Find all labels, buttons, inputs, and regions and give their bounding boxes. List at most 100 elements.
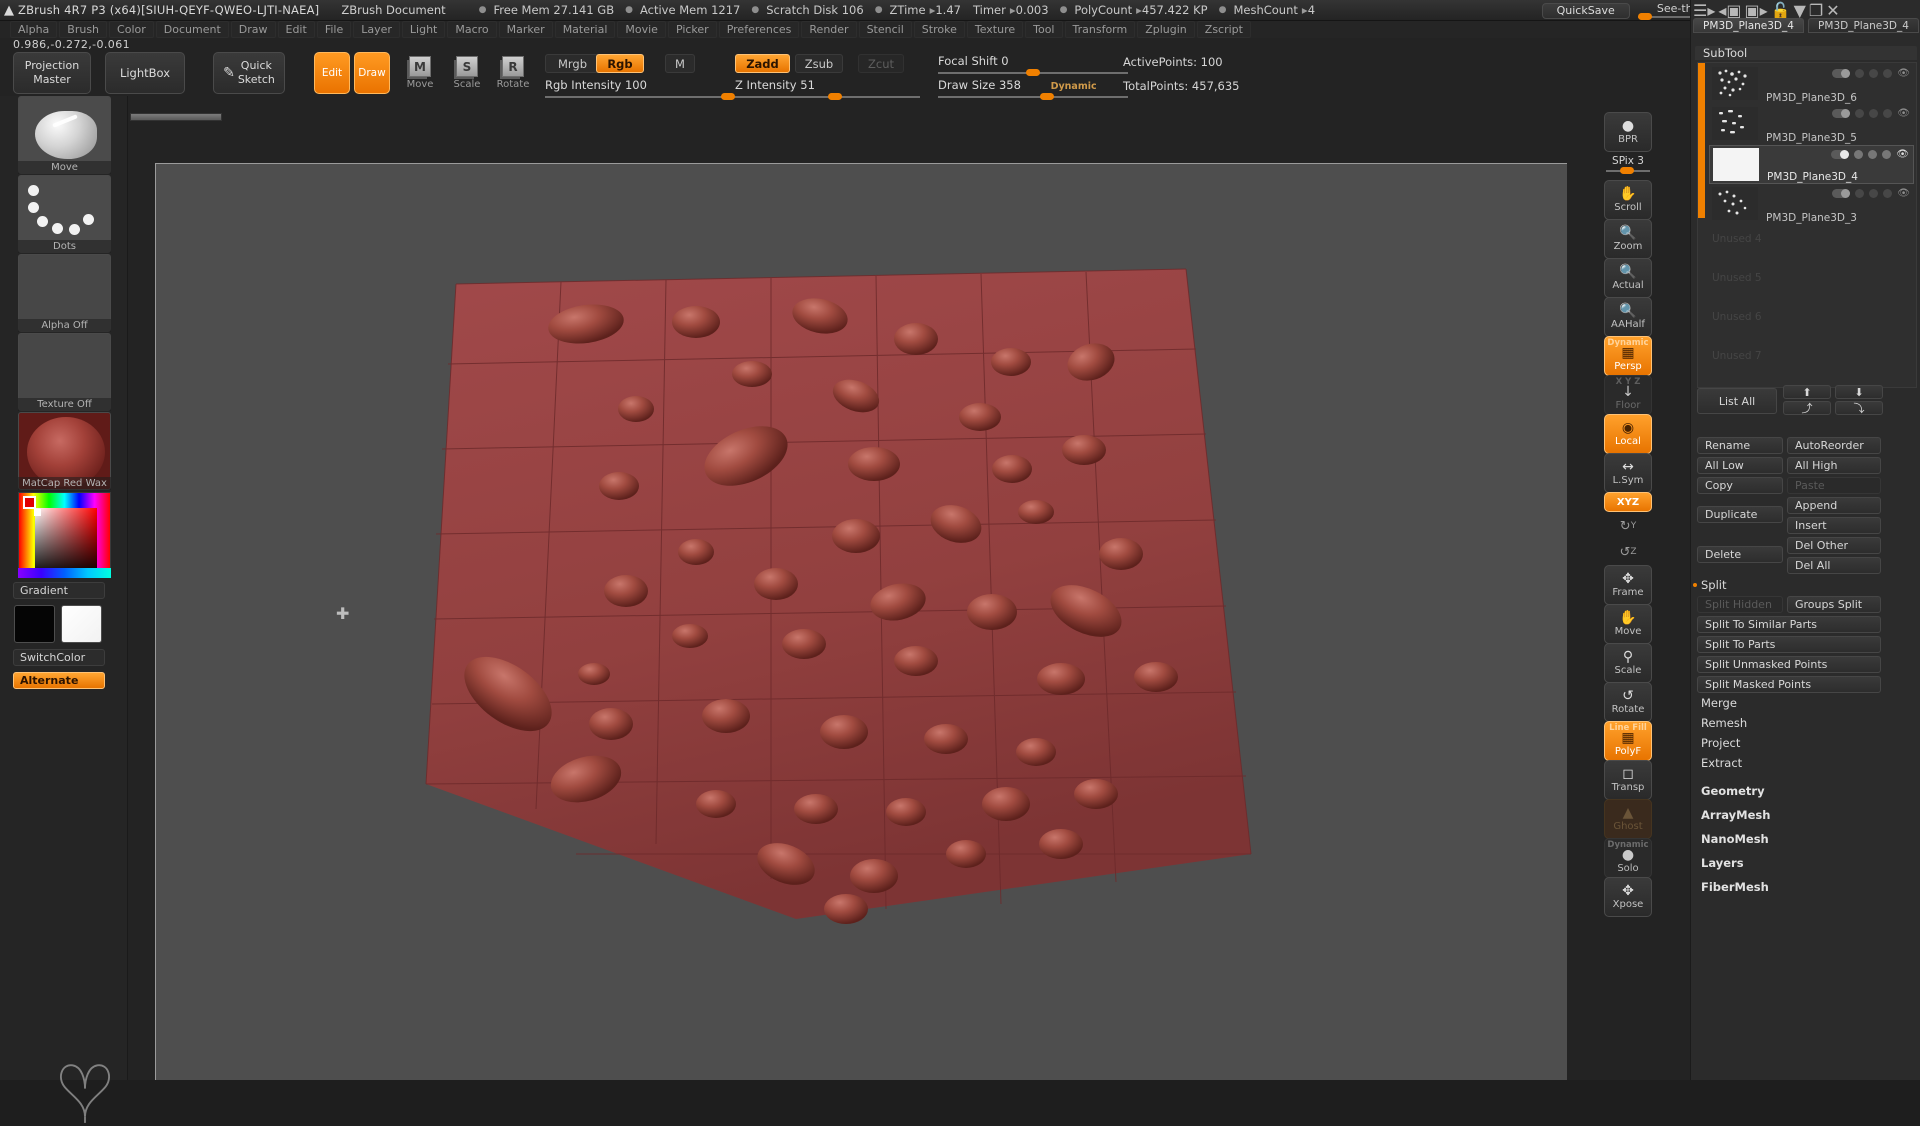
eye-icon[interactable]: 👁: [1897, 108, 1910, 119]
split-masked-points-button[interactable]: Split Masked Points: [1697, 676, 1881, 693]
bpr-render-button[interactable]: ● BPR: [1604, 112, 1652, 152]
paste-button[interactable]: Paste: [1787, 477, 1881, 494]
spix-track[interactable]: [1606, 167, 1650, 174]
menu-item-preferences[interactable]: Preferences: [718, 21, 800, 38]
aahalf-button[interactable]: 🔍 AAHalf: [1604, 297, 1652, 337]
zadd-button[interactable]: Zadd: [735, 54, 790, 73]
xyz-button[interactable]: XYZ: [1604, 492, 1652, 512]
delete-button[interactable]: Delete: [1697, 546, 1783, 563]
rgb-intensity-track[interactable]: [545, 93, 735, 100]
menu-item-zscript[interactable]: Zscript: [1196, 21, 1251, 38]
split-hidden-button[interactable]: Split Hidden: [1697, 596, 1783, 613]
polyframe-button[interactable]: Line Fill ▦ PolyF: [1604, 721, 1652, 761]
rgb-button[interactable]: Rgb: [596, 54, 644, 73]
subtool-toggles[interactable]: 👁: [1831, 149, 1909, 160]
extract-section[interactable]: Extract: [1701, 756, 1742, 770]
z-intensity-slider[interactable]: Z Intensity 51: [735, 78, 920, 100]
menu-item-marker[interactable]: Marker: [498, 21, 553, 38]
split-unmasked-points-button[interactable]: Split Unmasked Points: [1697, 656, 1881, 673]
menu-item-draw[interactable]: Draw: [230, 21, 276, 38]
gradient-button[interactable]: Gradient: [13, 582, 105, 599]
insert-button[interactable]: Insert: [1787, 517, 1881, 534]
mrgb-button[interactable]: Mrgb: [545, 54, 600, 73]
subtool-section-header[interactable]: SubTool: [1695, 46, 1917, 60]
frame-button[interactable]: ✥ Frame: [1604, 565, 1652, 605]
split-to-parts-button[interactable]: Split To Parts: [1697, 636, 1881, 653]
edit-mode-button[interactable]: Edit: [314, 52, 350, 94]
move-gizmo-button[interactable]: ✋ Move: [1604, 604, 1652, 644]
subtool-row-3[interactable]: 👁 PM3D_Plane3D_3: [1709, 185, 1914, 224]
tab-tool-left[interactable]: PM3D_Plane3D_4: [1693, 18, 1804, 33]
color-picker-saturation-area[interactable]: [35, 508, 97, 576]
eye-icon[interactable]: 👁: [1896, 149, 1909, 160]
stroke-selector[interactable]: Dots: [18, 175, 111, 253]
subtool-row-1[interactable]: 👁 PM3D_Plane3D_5: [1709, 105, 1914, 144]
canvas-scroll-indicator[interactable]: [130, 113, 222, 121]
menu-item-light[interactable]: Light: [401, 21, 446, 38]
subtool-row-0[interactable]: 👁 PM3D_Plane3D_6: [1709, 65, 1914, 104]
subtool-toggles[interactable]: 👁: [1832, 68, 1910, 79]
menu-item-color[interactable]: Color: [109, 21, 154, 38]
draw-size-track[interactable]: [938, 93, 1128, 100]
menu-item-stencil[interactable]: Stencil: [858, 21, 912, 38]
switch-color-button[interactable]: SwitchColor: [13, 649, 105, 666]
move-down-button[interactable]: ⬇: [1835, 385, 1883, 399]
zsub-button[interactable]: Zsub: [795, 54, 843, 73]
lightbox-button[interactable]: LightBox: [105, 52, 185, 94]
quicksave-button[interactable]: QuickSave: [1541, 2, 1630, 19]
subtool-brush-dot[interactable]: [1883, 189, 1893, 198]
subtool-transparency-dot[interactable]: [1869, 109, 1879, 118]
subtool-toggles[interactable]: 👁: [1832, 188, 1910, 199]
draw-mode-button[interactable]: Draw: [354, 52, 390, 94]
z-intensity-knob[interactable]: [828, 93, 842, 100]
subtool-visibility-toggle[interactable]: [1832, 109, 1851, 118]
next-tool-icon[interactable]: ▣▸: [1745, 1, 1768, 20]
copy-button[interactable]: Copy: [1697, 477, 1783, 494]
move-mode-button[interactable]: M Move: [400, 54, 440, 94]
subtool-polypaint-dot[interactable]: [1855, 189, 1865, 198]
local-transform-button[interactable]: ◉ Local: [1604, 414, 1652, 454]
autoreorder-button[interactable]: AutoReorder: [1787, 437, 1881, 454]
quick-sketch-button[interactable]: ✎ Quick Sketch: [213, 52, 285, 94]
subtool-visibility-toggle[interactable]: [1832, 69, 1851, 78]
merge-section[interactable]: Merge: [1701, 696, 1737, 710]
append-button[interactable]: Append: [1787, 497, 1881, 514]
fibermesh-section[interactable]: FiberMesh: [1701, 880, 1769, 894]
eye-icon[interactable]: 👁: [1897, 188, 1910, 199]
scroll-button[interactable]: ✋ Scroll: [1604, 180, 1652, 220]
subtool-brush-dot[interactable]: [1883, 109, 1893, 118]
subtool-row-2[interactable]: 👁 PM3D_Plane3D_4: [1709, 145, 1914, 184]
menu-item-movie[interactable]: Movie: [617, 21, 666, 38]
z-intensity-track[interactable]: [735, 93, 920, 100]
actual-size-button[interactable]: 🔍 Actual: [1604, 258, 1652, 298]
project-section[interactable]: Project: [1701, 736, 1740, 750]
eye-icon[interactable]: 👁: [1897, 68, 1910, 79]
close-icon[interactable]: ✕: [1826, 1, 1839, 20]
subtool-toggles[interactable]: 👁: [1832, 108, 1910, 119]
collapse-icon[interactable]: ▼: [1794, 1, 1806, 20]
prev-tool-icon[interactable]: ◂▣: [1718, 1, 1741, 20]
zcut-button[interactable]: Zcut: [858, 54, 904, 73]
subtool-polypaint-dot[interactable]: [1854, 150, 1864, 159]
layers-section[interactable]: Layers: [1701, 856, 1744, 870]
menu-item-transform[interactable]: Transform: [1064, 21, 1136, 38]
subtool-polypaint-dot[interactable]: [1855, 109, 1865, 118]
texture-selector[interactable]: Texture Off: [18, 333, 111, 411]
menu-item-layer[interactable]: Layer: [353, 21, 400, 38]
subtool-scrollbar[interactable]: [1698, 63, 1705, 218]
menu-item-zplugin[interactable]: Zplugin: [1137, 21, 1195, 38]
zoom-button[interactable]: 🔍 Zoom: [1604, 219, 1652, 259]
focal-shift-slider[interactable]: Focal Shift 0: [938, 54, 1128, 76]
subtool-transparency-dot[interactable]: [1868, 150, 1878, 159]
solo-button[interactable]: Dynamic ● Solo: [1604, 838, 1652, 878]
transparency-button[interactable]: ◻ Transp: [1604, 760, 1652, 800]
see-through-knob[interactable]: [1637, 13, 1652, 20]
menu-item-stroke[interactable]: Stroke: [913, 21, 965, 38]
subtool-polypaint-dot[interactable]: [1855, 69, 1865, 78]
split-section-header[interactable]: Split: [1693, 578, 1727, 592]
m-button[interactable]: M: [665, 54, 695, 73]
menu-item-picker[interactable]: Picker: [667, 21, 717, 38]
list-all-button[interactable]: List All: [1697, 388, 1777, 414]
groups-split-button[interactable]: Groups Split: [1787, 596, 1881, 613]
scale-mode-button[interactable]: S Scale: [447, 54, 487, 94]
